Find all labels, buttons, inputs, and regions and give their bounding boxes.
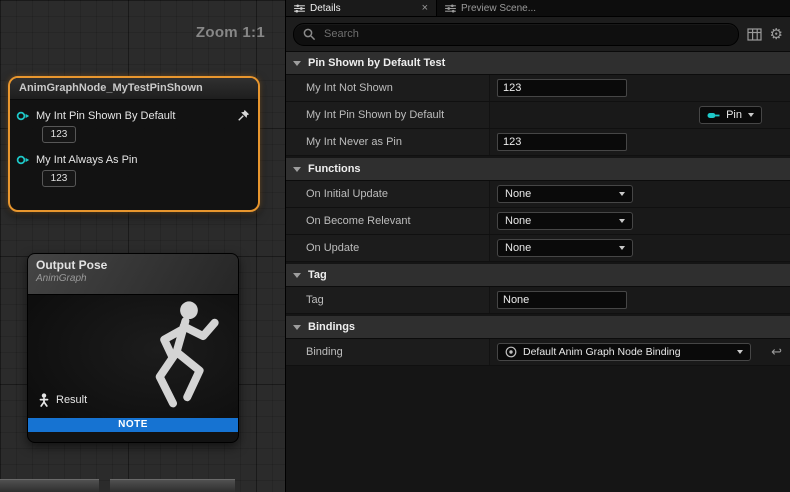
- node-anim-graph-test-pin-shown[interactable]: AnimGraphNode_MyTestPinShown My Int Pin …: [8, 76, 260, 212]
- binding-icon: [505, 346, 517, 358]
- property-row: Binding Default Anim Graph Node Binding …: [286, 339, 790, 366]
- chevron-down-icon: [748, 113, 754, 117]
- property-label: My Int Not Shown: [286, 75, 490, 101]
- chevron-down-icon: [737, 350, 743, 354]
- pin-label: My Int Always As Pin: [36, 154, 137, 166]
- tab-details[interactable]: Details ×: [286, 0, 437, 16]
- reset-to-default-icon[interactable]: ↩: [771, 344, 782, 360]
- property-label: My Int Never as Pin: [286, 129, 490, 155]
- property-row: On Update None: [286, 235, 790, 262]
- settings-gear-icon[interactable]: ⚙: [770, 27, 783, 42]
- pin-label: My Int Pin Shown By Default: [36, 110, 175, 122]
- chevron-down-icon: [293, 61, 301, 66]
- tab-label: Preview Scene...: [461, 3, 536, 14]
- property-list: Pin Shown by Default Test My Int Not Sho…: [286, 52, 790, 366]
- result-pin-label: Result: [56, 394, 87, 406]
- zoom-indicator: Zoom 1:1: [196, 24, 265, 41]
- property-row: My Int Pin Shown by Default Pin: [286, 102, 790, 129]
- category-bindings[interactable]: Bindings: [286, 316, 790, 339]
- property-row: On Become Relevant None: [286, 208, 790, 235]
- mannequin-preview-image: [126, 297, 236, 430]
- chevron-down-icon: [619, 219, 625, 223]
- tab-label: Details: [310, 3, 341, 14]
- clipped-node[interactable]: [0, 479, 99, 492]
- pin-mode-dropdown[interactable]: Pin: [699, 106, 762, 124]
- pose-pin-icon[interactable]: [38, 393, 50, 407]
- tag-input[interactable]: [497, 291, 627, 309]
- pin-value-box[interactable]: 123: [42, 170, 76, 187]
- chevron-down-icon: [293, 167, 301, 172]
- category-title: Pin Shown by Default Test: [308, 57, 445, 69]
- category-title: Tag: [308, 269, 327, 281]
- tab-bar: Details × Preview Scene...: [286, 0, 790, 17]
- note-banner: NOTE: [28, 418, 238, 432]
- details-panel: Details × Preview Scene...: [285, 0, 790, 492]
- chevron-down-icon: [293, 325, 301, 330]
- category-functions[interactable]: Functions: [286, 158, 790, 181]
- int-pin-icon[interactable]: [16, 110, 30, 122]
- node-body: Result NOTE: [28, 295, 238, 432]
- my-int-not-shown-input[interactable]: [497, 79, 627, 97]
- tab-preview-scene[interactable]: Preview Scene...: [437, 0, 544, 16]
- dropdown-value: None: [505, 188, 531, 200]
- chevron-down-icon: [619, 246, 625, 250]
- dropdown-value: Pin: [726, 109, 742, 121]
- node-header[interactable]: AnimGraphNode_MyTestPinShown: [10, 78, 258, 100]
- details-toolbar: ⚙: [286, 17, 790, 52]
- on-update-dropdown[interactable]: None: [497, 239, 633, 257]
- result-pin[interactable]: Result: [38, 393, 87, 407]
- search-icon: [303, 28, 316, 41]
- property-row: My Int Never as Pin: [286, 129, 790, 156]
- category-title: Bindings: [308, 321, 355, 333]
- node-header[interactable]: Output Pose AnimGraph: [28, 254, 238, 295]
- preview-scene-tab-icon: [445, 4, 456, 13]
- node-output-pose[interactable]: Output Pose AnimGraph: [27, 253, 239, 443]
- node-title: Output Pose: [36, 258, 230, 272]
- details-tab-icon: [294, 4, 305, 13]
- category-pin-shown-by-default-test[interactable]: Pin Shown by Default Test: [286, 52, 790, 75]
- property-label: Binding: [286, 339, 490, 365]
- search-box[interactable]: [293, 23, 739, 46]
- close-icon[interactable]: ×: [422, 2, 428, 14]
- category-tag[interactable]: Tag: [286, 264, 790, 287]
- my-int-never-as-pin-input[interactable]: [497, 133, 627, 151]
- property-row: Tag: [286, 287, 790, 314]
- on-initial-update-dropdown[interactable]: None: [497, 185, 633, 203]
- clipped-node[interactable]: [110, 479, 235, 492]
- chevron-down-icon: [619, 192, 625, 196]
- property-row: On Initial Update None: [286, 181, 790, 208]
- pin-value-box[interactable]: 123: [42, 126, 76, 143]
- property-row: My Int Not Shown: [286, 75, 790, 102]
- property-matrix-icon[interactable]: [747, 28, 762, 41]
- dropdown-value: Default Anim Graph Node Binding: [523, 346, 681, 358]
- int-pin-icon[interactable]: [16, 154, 30, 166]
- dropdown-value: None: [505, 242, 531, 254]
- property-label: On Become Relevant: [286, 208, 490, 234]
- chevron-down-icon: [293, 273, 301, 278]
- node-subtitle: AnimGraph: [36, 273, 230, 284]
- node-title: AnimGraphNode_MyTestPinShown: [19, 82, 203, 94]
- anim-graph-canvas[interactable]: Zoom 1:1 AnimGraphNode_MyTestPinShown My…: [0, 0, 285, 492]
- property-label: Tag: [286, 287, 490, 313]
- node-body: My Int Pin Shown By Default 123: [10, 100, 258, 187]
- property-label: My Int Pin Shown by Default: [286, 102, 490, 128]
- property-label: On Initial Update: [286, 181, 490, 207]
- property-label: On Update: [286, 235, 490, 261]
- pin-icon: [707, 111, 720, 120]
- binding-dropdown[interactable]: Default Anim Graph Node Binding: [497, 343, 751, 361]
- search-input[interactable]: [322, 27, 729, 41]
- dropdown-value: None: [505, 215, 531, 227]
- thumbtack-icon[interactable]: [237, 109, 250, 122]
- category-title: Functions: [308, 163, 361, 175]
- on-become-relevant-dropdown[interactable]: None: [497, 212, 633, 230]
- unreal-editor-window: Zoom 1:1 AnimGraphNode_MyTestPinShown My…: [0, 0, 790, 492]
